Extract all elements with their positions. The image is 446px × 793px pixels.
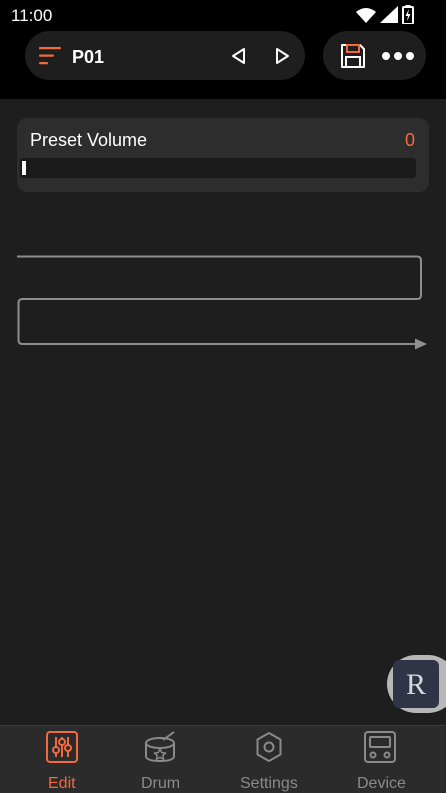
- floating-r-button[interactable]: R: [387, 655, 446, 713]
- preset-selector: P01: [25, 31, 305, 80]
- preset-header: P01: [0, 30, 446, 99]
- nav-item-drum[interactable]: Drum: [123, 726, 211, 793]
- r-logo-icon: R: [393, 660, 439, 708]
- nav-item-settings[interactable]: Settings: [211, 726, 329, 793]
- preset-volume-card: Preset Volume 0: [17, 118, 429, 192]
- floppy-disk-icon[interactable]: [340, 43, 366, 69]
- bottom-nav: Edit Drum Settings Device: [0, 725, 446, 793]
- r-logo-letter: R: [405, 668, 426, 701]
- battery-charging-icon: [402, 5, 414, 24]
- signal-chain-lines: [17, 255, 427, 350]
- arrow-right-icon: [415, 338, 427, 350]
- slider-thumb[interactable]: [22, 161, 26, 175]
- signal-icon: [380, 6, 398, 23]
- status-bar: 11:00: [0, 0, 446, 30]
- preset-actions: [323, 31, 426, 80]
- gear-icon: [256, 732, 282, 762]
- wifi-icon: [356, 7, 376, 23]
- drum-icon: [145, 731, 175, 763]
- menu-lines-icon[interactable]: [39, 46, 61, 65]
- preset-name[interactable]: P01: [72, 47, 104, 68]
- nav-item-device[interactable]: Device: [329, 726, 446, 793]
- nav-item-edit[interactable]: Edit: [0, 726, 123, 793]
- preset-volume-value: 0: [404, 130, 415, 150]
- nav-label-edit: Edit: [48, 775, 76, 792]
- status-icons: [356, 5, 414, 24]
- more-dots-icon[interactable]: [381, 50, 415, 62]
- preset-volume-slider[interactable]: [20, 158, 416, 178]
- nav-label-drum: Drum: [141, 775, 181, 792]
- sliders-icon: [46, 731, 78, 763]
- device-icon: [364, 731, 396, 763]
- triangle-left-icon[interactable]: [229, 46, 249, 66]
- triangle-right-icon[interactable]: [272, 46, 292, 66]
- nav-label-device: Device: [357, 775, 406, 792]
- preset-volume-label: Preset Volume: [30, 130, 148, 150]
- status-time: 11:00: [11, 6, 53, 25]
- nav-label-settings: Settings: [240, 775, 298, 792]
